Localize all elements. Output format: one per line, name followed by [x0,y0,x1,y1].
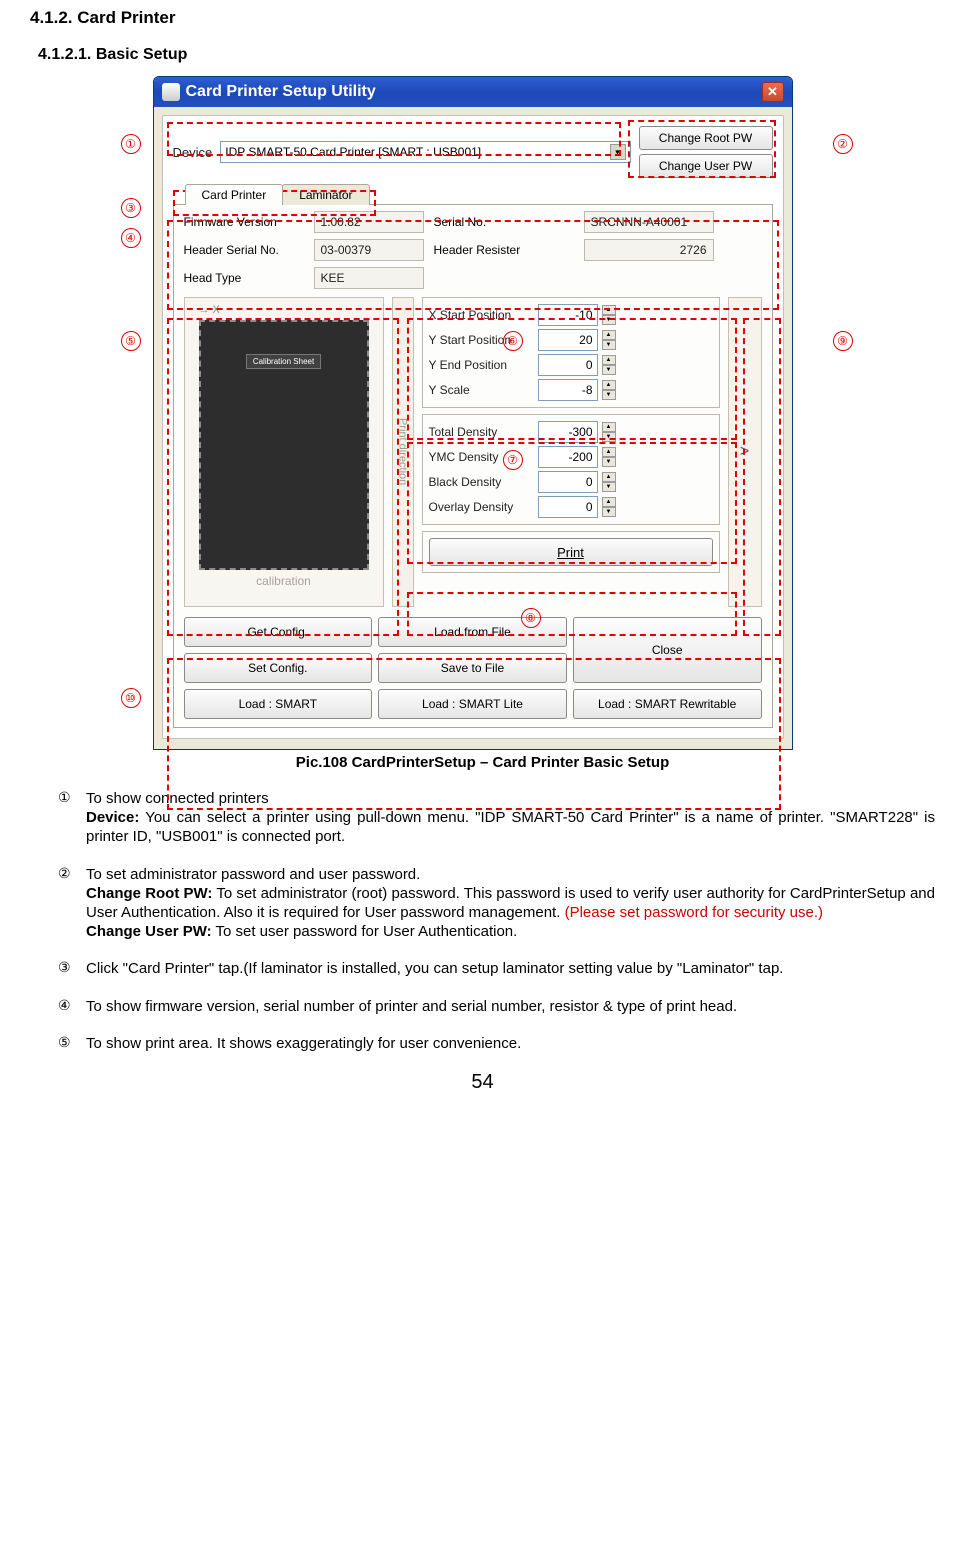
header-resister-label: Header Resister [434,243,574,257]
callout-4: ④ [121,228,141,248]
get-config-button[interactable]: Get Config. [184,617,373,647]
head-type-value: KEE [314,267,424,289]
print-button[interactable]: Print [429,538,713,566]
expand-side-button[interactable]: > [728,297,762,607]
spinner-down-icon[interactable]: ▼ [602,390,616,400]
spinner-down-icon[interactable]: ▼ [602,482,616,492]
total-density-label: Total Density [429,425,534,439]
note-number: ① [58,789,76,847]
callout-8: ⑧ [521,608,541,628]
app-window: Card Printer Setup Utility ✕ Device IDP … [153,76,793,750]
calibration-preview: → X Calibration Sheet calibration [184,297,384,607]
tab-laminator[interactable]: Laminator [282,184,369,205]
change-user-pw-button[interactable]: Change User PW [639,154,773,178]
load-smart-rewritable-button[interactable]: Load : SMART Rewritable [573,689,762,719]
change-root-pw-button[interactable]: Change Root PW [639,126,773,150]
ymc-density-input[interactable] [538,446,598,468]
y-end-label: Y End Position [429,358,534,372]
spinner-up-icon[interactable]: ▲ [602,447,616,457]
position-param-group: X Start Position ▲▼ Y Start Position ▲▼ [422,297,720,408]
callout-7: ⑦ [503,450,523,470]
spinner-up-icon[interactable]: ▲ [602,330,616,340]
callout-6: ⑥ [503,331,523,351]
section-heading: 4.1.2. Card Printer [30,8,935,28]
note-body: To show connected printers Device: You c… [86,789,935,847]
close-icon[interactable]: ✕ [762,82,784,102]
total-density-input[interactable] [538,421,598,443]
calibration-caption: calibration [256,574,311,588]
y-scale-label: Y Scale [429,383,534,397]
serial-no-value: SRCNNN-A40001 [584,211,714,233]
close-button[interactable]: Close [573,617,762,683]
set-config-button[interactable]: Set Config. [184,653,373,683]
calibration-card-image: Calibration Sheet [199,320,369,570]
spinner-up-icon[interactable]: ▲ [602,472,616,482]
spinner-down-icon[interactable]: ▼ [602,432,616,442]
header-serial-label: Header Serial No. [184,243,304,257]
spinner-up-icon[interactable]: ▲ [602,422,616,432]
header-resister-value: 2726 [584,239,714,261]
overlay-density-label: Overlay Density [429,500,534,514]
window-title: Card Printer Setup Utility [186,83,376,101]
tab-card-printer[interactable]: Card Printer [185,184,284,205]
y-start-input[interactable] [538,329,598,351]
note-body: To show firmware version, serial number … [86,997,935,1016]
note-number: ③ [58,959,76,978]
header-serial-value: 03-00379 [314,239,424,261]
subsection-heading: 4.1.2.1. Basic Setup [38,46,935,64]
page-number: 54 [30,1071,935,1094]
serial-no-label: Serial No. [434,215,574,229]
firmware-label: Firmware Version [184,215,304,229]
load-smart-button[interactable]: Load : SMART [184,689,373,719]
y-end-input[interactable] [538,354,598,376]
x-start-input[interactable] [538,304,598,326]
callout-1: ① [121,134,141,154]
figure-wrapper: ① ② ③ ④ ⑤ ⑥ ⑦ ⑧ ⑨ ⑩ Card Printer Setup U… [153,76,813,750]
spinner-up-icon[interactable]: ▲ [602,497,616,507]
black-density-input[interactable] [538,471,598,493]
load-smart-lite-button[interactable]: Load : SMART Lite [378,689,567,719]
callout-5: ⑤ [121,331,141,351]
note-number: ⑤ [58,1034,76,1053]
note-number: ② [58,865,76,942]
print-direction-strip: Print direction [392,297,414,607]
spinner-down-icon[interactable]: ▼ [602,340,616,350]
callout-9: ⑨ [833,331,853,351]
save-to-file-button[interactable]: Save to File [378,653,567,683]
app-icon [162,83,180,101]
x-start-label: X Start Position [429,308,534,322]
note-body: To show print area. It shows exaggeratin… [86,1034,935,1053]
spinner-down-icon[interactable]: ▼ [602,457,616,467]
titlebar: Card Printer Setup Utility ✕ [154,77,792,107]
spinner-down-icon[interactable]: ▼ [602,365,616,375]
black-density-label: Black Density [429,475,534,489]
device-value: IDP SMART-50 Card Printer [SMART : USB00… [225,145,481,159]
callout-10: ⑩ [121,688,141,708]
spinner-up-icon[interactable]: ▲ [602,305,616,315]
chevron-down-icon[interactable]: ▾ [610,144,626,160]
y-scale-input[interactable] [538,379,598,401]
spinner-down-icon[interactable]: ▼ [602,315,616,325]
firmware-value: 1.00.82 [314,211,424,233]
callout-3: ③ [121,198,141,218]
note-number: ④ [58,997,76,1016]
note-body: To set administrator password and user p… [86,865,935,942]
overlay-density-input[interactable] [538,496,598,518]
spinner-down-icon[interactable]: ▼ [602,507,616,517]
density-param-group: Total Density ▲▼ YMC Density ▲▼ [422,414,720,525]
device-label: Device [173,145,213,160]
note-body: Click "Card Printer" tap.(If laminator i… [86,959,935,978]
head-type-label: Head Type [184,271,304,285]
spinner-up-icon[interactable]: ▲ [602,380,616,390]
callout-2: ② [833,134,853,154]
spinner-up-icon[interactable]: ▲ [602,355,616,365]
notes-list: ① To show connected printers Device: You… [58,789,935,1053]
figure-caption: Pic.108 CardPrinterSetup – Card Printer … [30,754,935,771]
device-select[interactable]: IDP SMART-50 Card Printer [SMART : USB00… [220,141,630,163]
calibration-sheet-label: Calibration Sheet [246,354,321,369]
